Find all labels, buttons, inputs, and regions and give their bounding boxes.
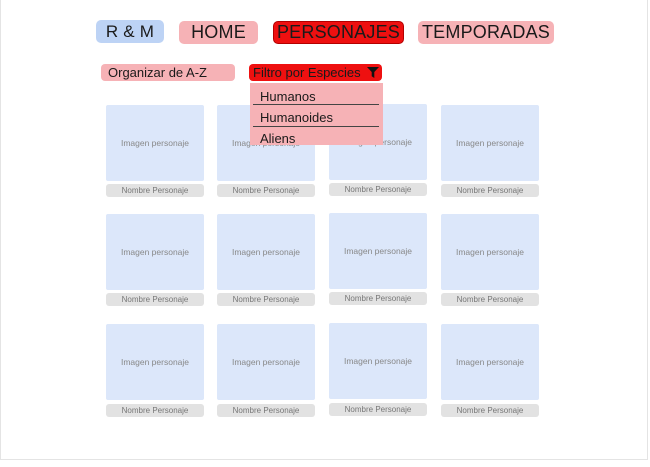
character-name-label: Nombre Personaje (217, 184, 315, 197)
character-image-placeholder[interactable]: Imagen personaje (329, 323, 427, 399)
funnel-icon (367, 67, 379, 78)
character-name-label: Nombre Personaje (329, 292, 427, 305)
nav-home-button[interactable]: HOME (179, 21, 258, 44)
character-name-label: Nombre Personaje (106, 404, 204, 417)
sort-az-label: Organizar de A-Z (108, 65, 207, 80)
character-name-label: Nombre Personaje (441, 404, 539, 417)
logo-button[interactable]: R & M (96, 20, 164, 43)
species-filter-dropdown: Humanos Humanoides Aliens (250, 83, 383, 148)
character-image-placeholder[interactable]: Imagen personaje (329, 213, 427, 289)
character-image-placeholder[interactable]: Imagen personaje (441, 324, 539, 400)
filter-option-humanos[interactable]: Humanos (260, 86, 316, 106)
filter-option-humanoides[interactable]: Humanoides (260, 107, 333, 127)
character-name-label: Nombre Personaje (106, 293, 204, 306)
character-image-placeholder[interactable]: Imagen personaje (217, 214, 315, 290)
character-image-placeholder[interactable]: Imagen personaje (217, 324, 315, 400)
character-name-label: Nombre Personaje (441, 184, 539, 197)
cropped-top-fragment (262, 0, 322, 2)
species-filter-label: Filtro por Especies (253, 65, 361, 80)
species-filter-button[interactable]: Filtro por Especies (249, 64, 382, 81)
filter-option-aliens[interactable]: Aliens (260, 128, 295, 148)
dropdown-divider (253, 104, 379, 105)
character-image-placeholder[interactable]: Imagen personaje (441, 105, 539, 181)
character-image-placeholder[interactable]: Imagen personaje (106, 324, 204, 400)
nav-personajes-button[interactable]: PERSONAJES (273, 21, 404, 44)
character-name-label: Nombre Personaje (329, 403, 427, 416)
nav-temporadas-button[interactable]: TEMPORADAS (418, 21, 554, 44)
character-name-label: Nombre Personaje (106, 184, 204, 197)
character-name-label: Nombre Personaje (441, 293, 539, 306)
character-image-placeholder[interactable]: Imagen personaje (106, 214, 204, 290)
character-image-placeholder[interactable]: Imagen personaje (441, 214, 539, 290)
character-name-label: Nombre Personaje (217, 404, 315, 417)
dropdown-divider (253, 126, 379, 127)
character-name-label: Nombre Personaje (329, 183, 427, 196)
character-name-label: Nombre Personaje (217, 293, 315, 306)
sort-az-button[interactable]: Organizar de A-Z (101, 64, 235, 81)
character-image-placeholder[interactable]: Imagen personaje (106, 105, 204, 181)
